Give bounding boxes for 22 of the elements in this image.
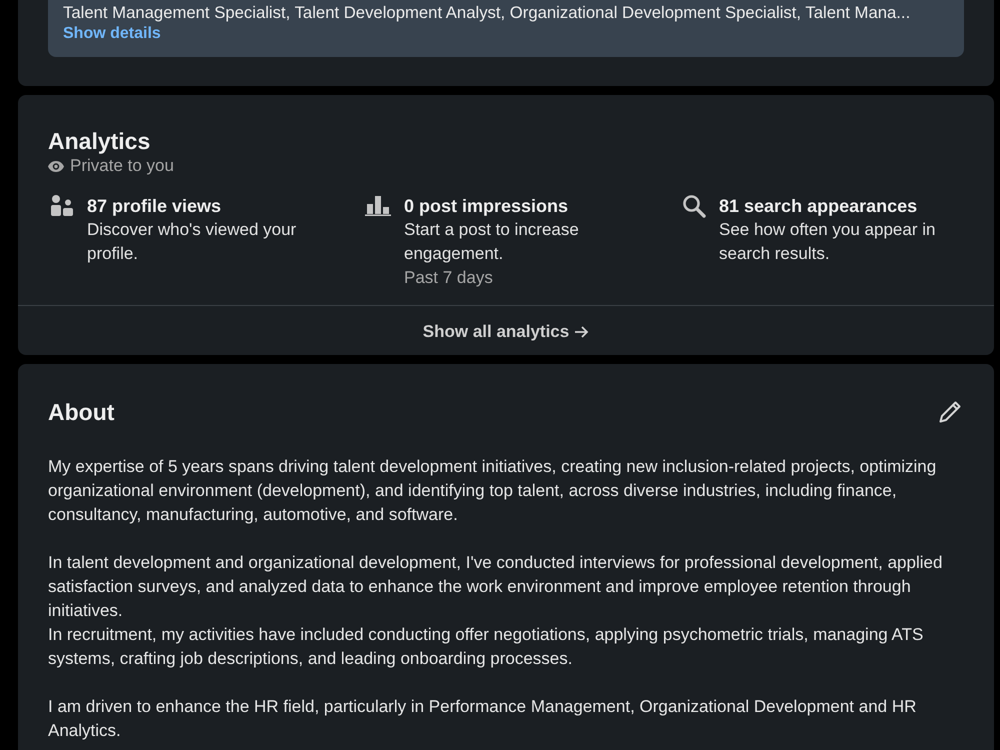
show-details-link[interactable]: Show details xyxy=(63,23,161,44)
arrow-icon xyxy=(575,326,590,338)
stat-title[interactable]: 87 profile views xyxy=(87,194,222,218)
show-all-analytics-button[interactable]: Show all analytics xyxy=(18,305,994,355)
stat-title[interactable]: 81 search appearances xyxy=(719,194,918,218)
stat-title[interactable]: 0 post impressions xyxy=(404,194,568,218)
about-paragraph: In talent development and organizational development, I've conducted interviews for professional development, applied satisfaction surveys, and analyzed data to enhance the work environment and improve employee retention through initiatives. In recruitment, my activities have included conducting offer negotiations, applying psychometric trials, managing ATS systems, crafting job descriptions, and leading onboarding processes. xyxy=(48,552,944,670)
bar-chart-icon xyxy=(365,194,391,216)
stat-description: Start a post to increase engagement. xyxy=(404,219,580,265)
search-icon xyxy=(682,194,706,218)
eye-icon xyxy=(48,160,64,172)
stat-note: Past 7 days xyxy=(404,267,493,289)
people-icon xyxy=(50,194,74,218)
stat-description: See how often you appear in search results. xyxy=(719,219,936,265)
visibility-label: Private to you xyxy=(70,156,174,176)
about-paragraph: I am driven to enhance the HR field, particularly in Performance Management, Organizational Development and HR Analytics. xyxy=(48,696,918,742)
stat-description: Discover who's viewed your profile. xyxy=(87,219,298,265)
section-title: About xyxy=(48,398,114,426)
section-title: Analytics xyxy=(48,127,152,155)
about-paragraph: My expertise of 5 years spans driving talent development initiatives, creating new inclusion-related projects, optimizing organizational environment (development), and identifying top talent, across diverse industries, including finance, consultancy, manufacturing, automotive, and software. xyxy=(48,456,938,526)
roles-text: Talent Management Specialist, Talent Development Analyst, Organizational Development Specialist, Talent Mana... xyxy=(63,2,910,23)
edit-icon[interactable] xyxy=(938,400,962,424)
